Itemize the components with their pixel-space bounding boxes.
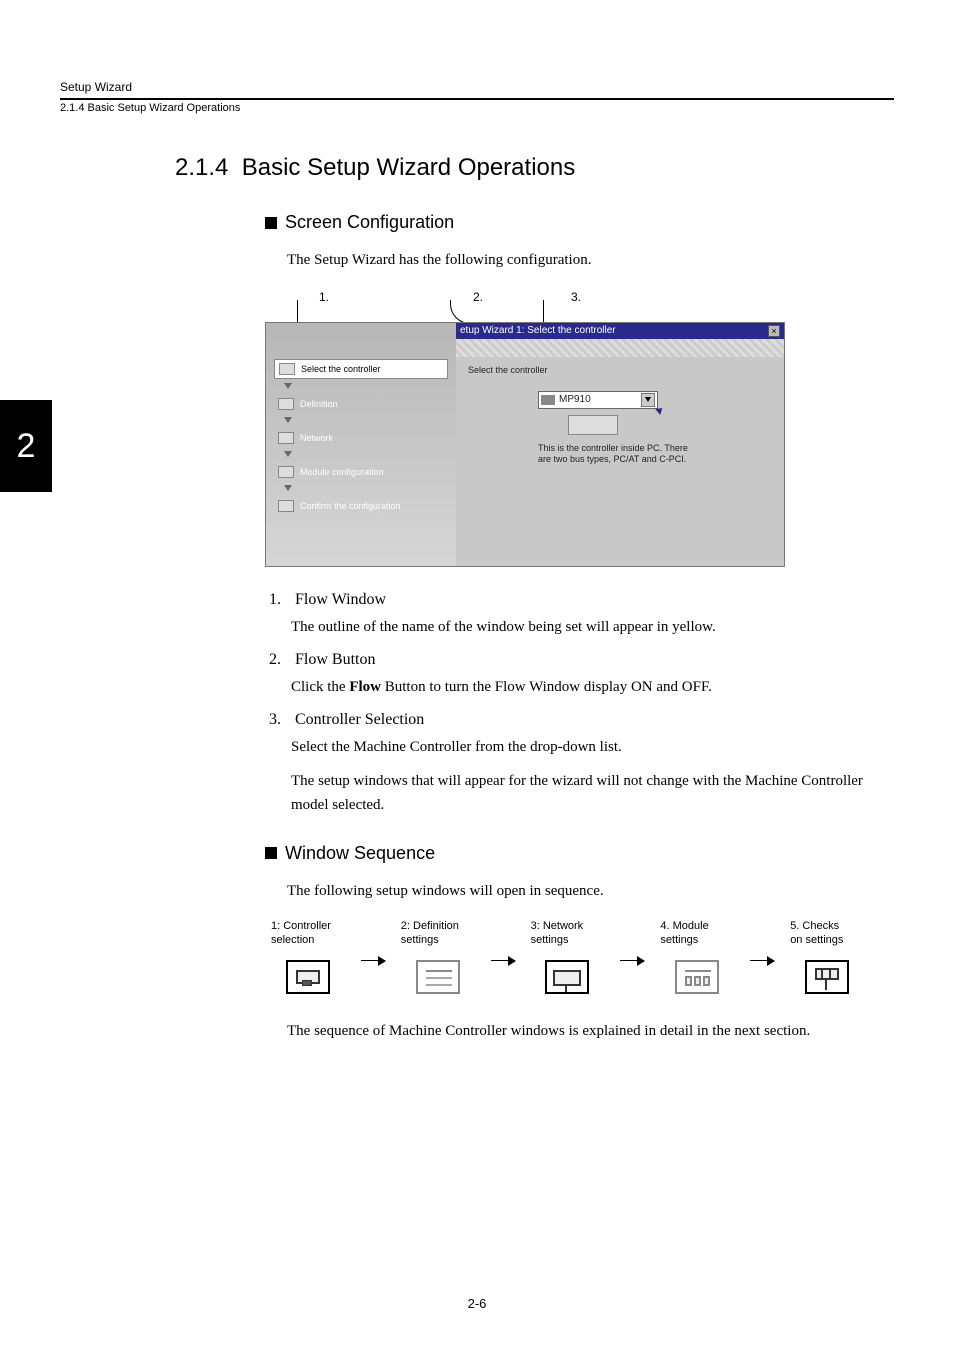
network-icon [278,432,294,444]
arrow-right-icon [361,960,385,961]
subsection-heading-screen-config: Screen Configuration [265,212,864,233]
flow-button-banner[interactable] [456,339,784,357]
seq-label-line2: settings [401,934,475,948]
arrow-right-icon [750,960,774,961]
seq-label-line1: 2: Definition [401,920,475,934]
seq-icon-network [545,960,589,994]
seq-label-line1: 1: Controller [271,920,345,934]
flow-step-definition[interactable]: Definition [274,395,448,413]
screenshot-figure: 1. 2. 3. Select the controller [265,290,785,567]
flow-step-label: Module configuration [300,467,384,477]
seq-icon-controller [286,960,330,994]
dropdown-value: MP910 [559,394,591,405]
panel-label: Select the controller [468,365,772,375]
list-title: Flow Window [295,591,386,608]
flow-step-confirm[interactable]: Confirm the configuration [274,497,448,515]
list-number: 2. [269,651,291,669]
square-bullet-icon [265,847,277,859]
controller-dropdown[interactable]: MP910 [538,391,658,409]
seq-step-checks: 5. Checks on settings [790,920,864,994]
list-body-text: Click the [291,679,349,695]
seq-icon-module [675,960,719,994]
seq-label-line2: settings [660,934,734,948]
flow-step-module[interactable]: Module configuration [274,463,448,481]
definition-icon [278,398,294,410]
page-number: 2-6 [0,1296,954,1311]
seq-label-line1: 4. Module [660,920,734,934]
list-title: Flow Button [295,651,375,668]
arrow-down-icon [284,383,292,389]
seq-label-line1: 5. Checks [790,920,864,934]
arrow-down-icon [284,417,292,423]
flow-step-label: Confirm the configuration [300,501,401,511]
controller-icon [279,363,295,375]
flow-window-panel: Select the controller Definition Network [266,323,456,566]
list-body: Select the Machine Controller from the d… [291,735,864,759]
flow-step-label: Network [300,433,333,443]
list-title: Controller Selection [295,711,424,728]
flow-step-label: Select the controller [301,364,381,374]
seq-step-network: 3: Network settings [531,920,605,994]
seq-arrow [620,920,644,1000]
subsection-heading-window-sequence: Window Sequence [265,843,864,864]
seq-step-definition: 2: Definition settings [401,920,475,994]
list-number: 3. [269,711,291,729]
header-rule [60,98,894,100]
seq-icon-checks [805,960,849,994]
list-number: 1. [269,591,291,609]
sequence-diagram: 1: Controller selection 2: Definition se… [271,920,864,1000]
seq-label-line2: on settings [790,934,864,948]
intro-paragraph: The Setup Wizard has the following confi… [287,249,864,272]
controller-description: This is the controller inside PC. There … [538,443,688,466]
flow-step-select-controller[interactable]: Select the controller [274,359,448,379]
subsection-title: Screen Configuration [285,212,454,233]
close-icon[interactable]: × [768,325,780,337]
chapter-tab: 2 [0,400,52,492]
arrow-right-icon [491,960,515,961]
arrow-down-icon [284,485,292,491]
module-icon [278,466,294,478]
list-body-text: Button to turn the Flow Window display O… [381,679,712,695]
subsection-title: Window Sequence [285,843,435,864]
seq-step-controller: 1: Controller selection [271,920,345,994]
arrow-right-icon [620,960,644,961]
chevron-down-icon[interactable] [641,393,655,407]
section-title: 2.1.4 Basic Setup Wizard Operations [175,154,864,182]
seq-label-line2: selection [271,934,345,948]
seq-closing-paragraph: The sequence of Machine Controller windo… [287,1020,864,1043]
window-title: etup Wizard 1: Select the controller [460,325,616,336]
flow-step-label: Definition [300,399,338,409]
confirm-icon [278,500,294,512]
seq-label-line2: settings [531,934,605,948]
flow-step-network[interactable]: Network [274,429,448,447]
seq-intro-paragraph: The following setup windows will open in… [287,880,864,903]
seq-icon-definition [416,960,460,994]
seq-label-line1: 3: Network [531,920,605,934]
breadcrumb: 2.1.4 Basic Setup Wizard Operations [60,102,894,114]
callout-line-2 [450,300,478,324]
arrow-down-icon [284,451,292,457]
controller-thumb-icon [541,395,555,405]
section-text: Basic Setup Wizard Operations [242,154,575,181]
window-titlebar: etup Wizard 1: Select the controller × [456,323,784,339]
section-number: 2.1.4 [175,154,228,181]
controller-image [568,415,618,435]
list-body: The outline of the name of the window be… [291,615,864,639]
seq-arrow [361,920,385,1000]
numbered-list: 1. Flow Window The outline of the name o… [269,591,864,817]
seq-step-module: 4. Module settings [660,920,734,994]
list-body-bold: Flow [349,679,381,695]
square-bullet-icon [265,217,277,229]
seq-arrow [750,920,774,1000]
list-body: Click the Flow Button to turn the Flow W… [291,675,864,699]
seq-arrow [491,920,515,1000]
chapter-name: Setup Wizard [60,80,894,94]
list-body: The setup windows that will appear for t… [291,769,864,817]
